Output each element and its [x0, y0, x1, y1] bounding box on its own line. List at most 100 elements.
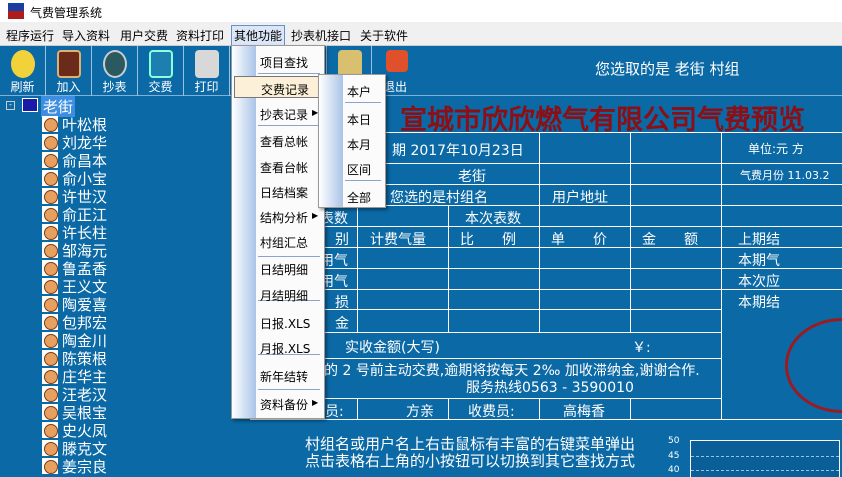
add-icon: [57, 50, 81, 78]
tree-item[interactable]: 吴根宝: [42, 404, 107, 422]
user-face-icon: [42, 242, 58, 258]
menu-item[interactable]: 项目查找: [260, 54, 308, 71]
submenu-item[interactable]: 本户: [347, 83, 371, 100]
menu-item[interactable]: 资料备份: [260, 396, 308, 413]
submenu-item[interactable]: 本月: [347, 136, 371, 153]
user-face-icon: [42, 206, 58, 222]
tree-item-label: 史火凤: [62, 422, 108, 440]
tree-item-label: 许长柱: [62, 224, 108, 242]
menu-separator: [345, 102, 381, 103]
tree-item[interactable]: 邹海元: [42, 242, 107, 260]
table-vline: [448, 205, 449, 332]
menu-item[interactable]: 新年结转: [260, 368, 308, 385]
window-title: 气费管理系统: [30, 6, 103, 20]
tree-item[interactable]: 俞昌本: [42, 152, 107, 170]
menu-reader[interactable]: 抄表机接口: [289, 26, 353, 45]
user-face-icon: [42, 332, 58, 348]
tree-item[interactable]: 陶爱喜: [42, 296, 107, 314]
header-amount: 金 额: [642, 232, 698, 248]
tree-item[interactable]: 叶松根: [42, 116, 107, 134]
menu-item[interactable]: 查看台帐: [260, 159, 308, 176]
user-face-icon: [42, 152, 58, 168]
menu-item[interactable]: 村组汇总: [260, 234, 308, 251]
user-face-icon: [42, 440, 58, 456]
tree-item[interactable]: 俞正江: [42, 206, 107, 224]
menu-item[interactable]: 结构分析: [260, 209, 308, 226]
reader-label: 员:: [325, 404, 344, 420]
user-face-icon: [42, 116, 58, 132]
user-face-icon: [42, 278, 58, 294]
submenu-item[interactable]: 区间: [347, 161, 371, 178]
tree-item[interactable]: 姜宗良: [42, 458, 107, 476]
read-meter-label: 抄表: [102, 80, 127, 94]
submenu-item[interactable]: 全部: [347, 189, 371, 206]
menu-item[interactable]: 查看总帐: [260, 133, 308, 150]
table-vline: [539, 132, 540, 332]
tree-item[interactable]: 许长柱: [42, 224, 107, 242]
tree-item-label: 陶爱喜: [62, 296, 108, 314]
village-tree[interactable]: - 老街 叶松根 刘龙华 俞昌本 俞小宝 许世汉 俞正江 许长柱 邹海元 鲁孟香 王义文 陶爱喜 包邦…: [0, 96, 250, 477]
user-face-icon: [42, 224, 58, 240]
gas-month: 气费月份 11.03.2: [740, 169, 830, 182]
tree-item[interactable]: 刘龙华: [42, 134, 107, 152]
menu-import[interactable]: 导入资料: [60, 26, 112, 45]
menu-item[interactable]: 月结明细: [260, 287, 308, 304]
menu-item[interactable]: 日结明细: [260, 261, 308, 278]
tree-item[interactable]: 包邦宏: [42, 314, 107, 332]
pay-button[interactable]: 交费: [138, 46, 184, 96]
user-face-icon: [42, 422, 58, 438]
y-tick-label: 40: [668, 465, 680, 475]
submenu-item[interactable]: 本日: [347, 111, 371, 128]
village-value: 老街: [458, 169, 486, 185]
table-vline: [630, 132, 631, 332]
menu-item[interactable]: 日报.XLS: [260, 315, 310, 332]
tree-item-label: 姜宗良: [62, 458, 108, 476]
menu-payment[interactable]: 用户交费: [118, 26, 170, 45]
user-face-icon: [42, 134, 58, 150]
tree-item[interactable]: 滕克文: [42, 440, 107, 458]
refresh-button[interactable]: 刷新: [0, 46, 46, 96]
user-face-icon: [42, 170, 58, 186]
menu-other[interactable]: 其他功能: [231, 25, 286, 46]
menu-item[interactable]: 交费记录: [234, 76, 322, 98]
menu-item[interactable]: 日结档案: [260, 184, 308, 201]
refresh-label: 刷新: [10, 80, 35, 94]
menu-program[interactable]: 程序运行: [4, 26, 56, 45]
hint-line-2: 点击表格右上角的小按钮可以切换到其它查找方式: [305, 452, 636, 470]
company-seal: [785, 318, 842, 413]
menu-item[interactable]: 抄表记录: [260, 106, 308, 123]
menu-about[interactable]: 关于软件: [358, 26, 410, 45]
user-face-icon: [42, 386, 58, 402]
tree-item-label: 陶金川: [62, 332, 108, 350]
menu-print[interactable]: 资料打印: [174, 26, 226, 45]
tree-item[interactable]: 陶金川: [42, 332, 107, 350]
tree-item[interactable]: 俞小宝: [42, 170, 107, 188]
y-tick-label: 50: [668, 436, 680, 446]
tree-item[interactable]: 史火凤: [42, 422, 107, 440]
read-meter-button[interactable]: 抄表: [92, 46, 138, 96]
tree-item[interactable]: 许世汉: [42, 188, 107, 206]
print-button[interactable]: 打印: [184, 46, 230, 96]
tree-item[interactable]: 陈策根: [42, 350, 107, 368]
menu-separator: [258, 125, 320, 126]
table-vline: [357, 398, 358, 419]
add-button[interactable]: 加入: [46, 46, 92, 96]
tree-item-label: 俞正江: [62, 206, 108, 224]
tree-item-label: 滕克文: [62, 440, 108, 458]
table-vline: [357, 205, 358, 332]
mini-chart: [690, 440, 840, 477]
tree-root[interactable]: 老街: [41, 96, 76, 117]
cashier-name: 高梅香: [563, 404, 605, 420]
collapse-toggle[interactable]: -: [6, 101, 15, 110]
gridline: [691, 470, 839, 471]
tree-item[interactable]: 鲁孟香: [42, 260, 107, 278]
tree-item[interactable]: 王义文: [42, 278, 107, 296]
village-label: 您选的是村组名: [390, 190, 488, 206]
menu-item[interactable]: 月报.XLS: [260, 340, 310, 357]
hotline-text: 服务热线0563 - 3590010: [466, 380, 634, 396]
menu-separator: [258, 389, 320, 390]
tree-item[interactable]: 汪老汉: [42, 386, 107, 404]
cashier-label: 收费员:: [468, 404, 515, 420]
tree-item-label: 俞昌本: [62, 152, 108, 170]
tree-item[interactable]: 庄华主: [42, 368, 107, 386]
